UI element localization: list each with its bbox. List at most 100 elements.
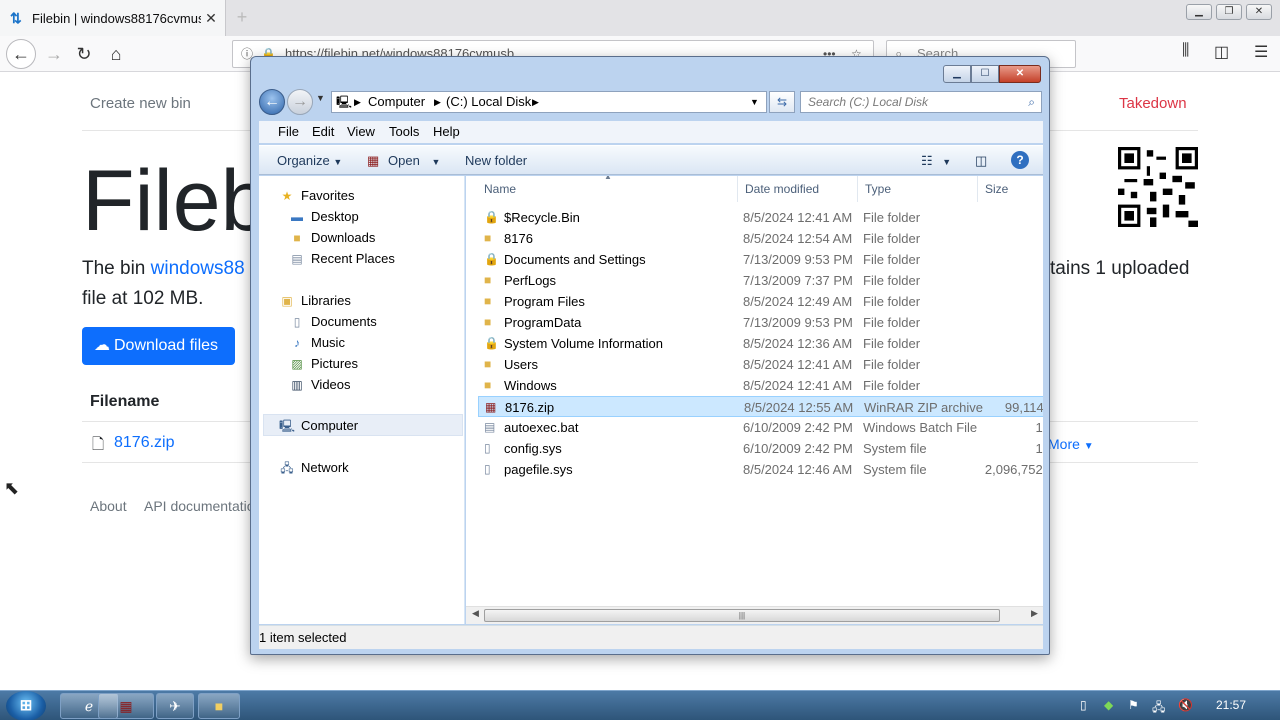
menu-icon[interactable]: ☰	[1254, 42, 1268, 62]
refresh-button[interactable]: ⇆	[769, 91, 795, 113]
forward-button[interactable]: →	[40, 40, 68, 68]
taskbar-winrar-button[interactable]: ▦	[98, 693, 154, 719]
nav-documents[interactable]: ▯ Documents	[289, 312, 377, 332]
recent-pages-chevron-icon[interactable]: ▼	[316, 93, 325, 103]
file-link[interactable]: 8176.zip	[114, 434, 175, 452]
column-header-name[interactable]: Name	[484, 176, 516, 202]
explorer-maximize-button[interactable]: ☐	[971, 65, 999, 83]
minimize-button[interactable]: ▁	[1186, 4, 1212, 20]
takedown-link[interactable]: Takedown	[1119, 95, 1187, 112]
back-button[interactable]: ←	[6, 39, 36, 69]
column-separator[interactable]	[977, 176, 978, 202]
file-row[interactable]: ▦ 8176.zip 8/5/2024 12:55 AM WinRAR ZIP arc…	[478, 396, 1043, 417]
taskbar-clock[interactable]: 21:57	[1216, 698, 1246, 712]
file-size: 99,114 K	[1004, 400, 1043, 415]
taskbar-app-button[interactable]: ✈	[156, 693, 194, 719]
organize-button[interactable]: Organize ▼	[277, 153, 342, 168]
nav-pictures[interactable]: ▨ Pictures	[289, 354, 358, 374]
nav-recent-places[interactable]: ▤ Recent Places	[289, 249, 395, 269]
tray-volume-muted-icon[interactable]: 🔇	[1178, 698, 1193, 712]
nav-downloads[interactable]: ■ Downloads	[289, 228, 375, 248]
documents-icon: ▯	[293, 315, 301, 329]
horizontal-scrollbar[interactable]: ◀ ||| ▶	[466, 606, 1043, 624]
explorer-back-button[interactable]: ←	[259, 89, 285, 115]
file-row[interactable]: ■ Windows 8/5/2024 12:41 AM File folder	[478, 375, 1043, 396]
nav-network[interactable]: 🖧 Network	[279, 458, 348, 478]
nav-videos[interactable]: ▥ Videos	[289, 375, 350, 395]
breadcrumb-chevron-icon[interactable]: ▶	[354, 92, 361, 112]
breadcrumb-chevron-icon[interactable]: ▶	[532, 92, 539, 112]
help-icon[interactable]: ?	[1011, 151, 1029, 169]
more-dropdown[interactable]: More ▼	[1048, 436, 1094, 452]
reload-button[interactable]: ↻	[70, 40, 98, 68]
column-header-type[interactable]: Type	[865, 176, 891, 202]
menu-help[interactable]: Help	[433, 124, 460, 139]
file-row[interactable]: 🔒 System Volume Information 8/5/2024 12:36…	[478, 333, 1043, 354]
file-row[interactable]: ▤ autoexec.bat 6/10/2009 2:42 PM Windows Ba…	[478, 417, 1043, 438]
tray-network-icon[interactable]: 🖧	[1152, 698, 1165, 719]
file-row[interactable]: ■ Users 8/5/2024 12:41 AM File folder	[478, 354, 1043, 375]
menu-edit[interactable]: Edit	[312, 124, 334, 139]
tray-flag-icon[interactable]: ⚑	[1128, 698, 1139, 712]
file-row[interactable]: ■ ProgramData 7/13/2009 9:53 PM File folder	[478, 312, 1043, 333]
library-icon[interactable]: ⫼	[1182, 42, 1189, 60]
nav-libraries[interactable]: ▣ Libraries	[279, 291, 351, 311]
tray-device-icon[interactable]: ▯	[1080, 698, 1087, 712]
menu-tools[interactable]: Tools	[389, 124, 419, 139]
column-separator[interactable]	[857, 176, 858, 202]
preview-pane-icon[interactable]: ◫	[975, 153, 987, 169]
sidebar-icon[interactable]: ◫	[1214, 42, 1229, 62]
about-link[interactable]: About	[90, 498, 127, 514]
file-row[interactable]: ▯ pagefile.sys 8/5/2024 12:46 AM System fil…	[478, 459, 1043, 480]
api-documentation-link[interactable]: API documentatio	[144, 498, 255, 514]
bin-link[interactable]: windows88	[151, 258, 245, 279]
file-type: WinRAR ZIP archive	[864, 400, 983, 415]
file-row[interactable]: ■ Program Files 8/5/2024 12:49 AM File fold…	[478, 291, 1043, 312]
file-row[interactable]: ▯ config.sys 6/10/2009 2:42 PM System file 1…	[478, 438, 1043, 459]
file-row[interactable]: ■ PerfLogs 7/13/2009 7:37 PM File folder	[478, 270, 1043, 291]
scroll-left-icon[interactable]: ◀	[472, 608, 479, 619]
start-button[interactable]: ⊞	[6, 691, 46, 720]
view-options-icon[interactable]: ☷ ▼	[921, 153, 951, 169]
nav-desktop[interactable]: ▬ Desktop	[289, 207, 359, 227]
nav-favorites[interactable]: ★ Favorites	[279, 186, 355, 206]
menu-file[interactable]: File	[278, 124, 299, 139]
nav-music[interactable]: ♪ Music	[289, 333, 345, 353]
new-folder-button[interactable]: New folder	[465, 153, 527, 168]
file-row[interactable]: 🔒 $Recycle.Bin 8/5/2024 12:41 AM File folde…	[478, 207, 1043, 228]
scroll-right-icon[interactable]: ▶	[1031, 608, 1038, 619]
create-new-bin-link[interactable]: Create new bin	[90, 95, 191, 112]
scrollbar-thumb[interactable]: |||	[484, 609, 1000, 622]
download-files-button[interactable]: ☁ Download files	[82, 327, 235, 365]
column-header-date-modified[interactable]: Date modified	[745, 176, 819, 202]
explorer-forward-button[interactable]: →	[287, 89, 313, 115]
column-header-size[interactable]: Size	[985, 176, 1008, 202]
new-tab-button[interactable]: +	[232, 6, 252, 28]
open-button[interactable]: Open ▼	[388, 153, 440, 168]
restore-button[interactable]: ❐	[1216, 4, 1242, 20]
close-tab-icon[interactable]: ✕	[201, 10, 221, 27]
address-bar[interactable]: 🖳 ▶ Computer ▶ (C:) Local Disk ▶ ▼	[331, 91, 767, 113]
tray-security-icon[interactable]: ◆	[1104, 698, 1113, 712]
taskbar-explorer-button[interactable]: ■	[198, 693, 240, 719]
breadcrumb-drive[interactable]: (C:) Local Disk	[446, 92, 531, 112]
file-name: Users	[504, 357, 538, 372]
column-separator[interactable]	[737, 176, 738, 202]
close-button[interactable]: ✕	[1246, 4, 1272, 20]
menu-view[interactable]: View	[347, 124, 375, 139]
file-row[interactable]: 🔒 Documents and Settings 7/13/2009 9:53 PM…	[478, 249, 1043, 270]
nav-label: Desktop	[311, 209, 359, 224]
computer-icon: 🖳	[336, 95, 353, 109]
file-row[interactable]: ■ 8176 8/5/2024 12:54 AM File folder	[478, 228, 1043, 249]
explorer-search-input[interactable]: Search (C:) Local Disk ⌕	[800, 91, 1042, 113]
bin-description-line1: The bin windows88	[82, 258, 245, 280]
breadcrumb-chevron-icon[interactable]: ▶	[434, 92, 441, 112]
explorer-close-button[interactable]: ✕	[999, 65, 1041, 83]
explorer-minimize-button[interactable]: ▁	[943, 65, 971, 83]
address-history-chevron-icon[interactable]: ▼	[750, 92, 759, 112]
home-button[interactable]: ⌂	[102, 40, 130, 68]
breadcrumb-computer[interactable]: Computer	[368, 92, 425, 112]
nav-computer[interactable]: 🖳 Computer	[279, 416, 358, 436]
browser-tab[interactable]: ⇅ Filebin | windows88176cvmusb ✕	[0, 0, 226, 36]
file-date-modified: 8/5/2024 12:36 AM	[743, 336, 853, 351]
